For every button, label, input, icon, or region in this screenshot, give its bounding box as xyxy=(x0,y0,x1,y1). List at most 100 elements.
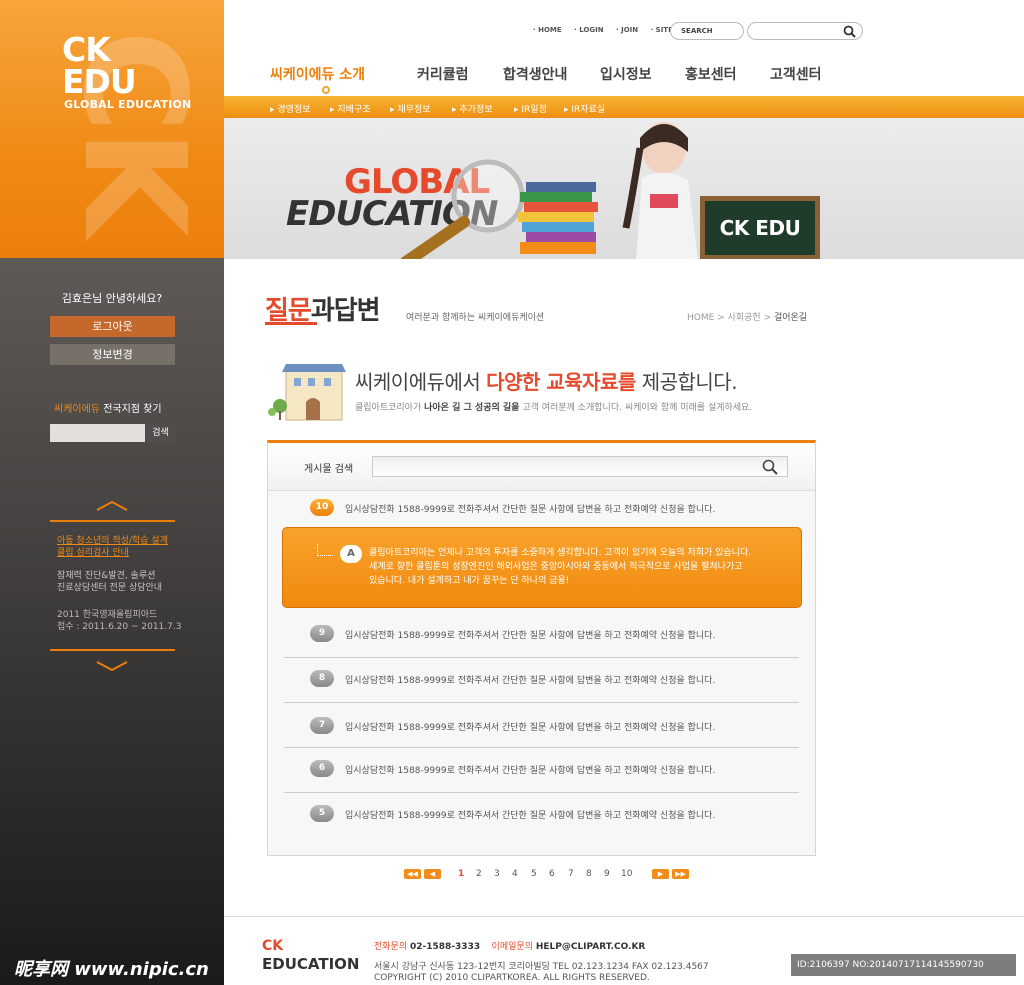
page-link[interactable]: 2 xyxy=(476,869,482,879)
books-icon xyxy=(518,182,598,254)
hero-headline: 씨케이에듀에서 다양한 교육자료를 제공합니다. xyxy=(355,370,738,394)
question-row[interactable]: 5 입시상담전화 1588-9999로 전화주셔서 간단한 질문 사항에 답변을… xyxy=(284,793,799,838)
branch-search-button[interactable]: 검색 xyxy=(146,424,175,442)
question-row[interactable]: 8 입시상담전화 1588-9999로 전화주셔서 간단한 질문 사항에 답변을… xyxy=(284,658,799,703)
footer-logo-education: EDUCATION xyxy=(262,955,360,973)
chevron-down-icon[interactable] xyxy=(95,660,129,672)
image-id-stamp: ID:2106397 NO:20140717114145590730 xyxy=(791,954,1016,976)
chalkboard-text: CK EDU xyxy=(705,201,815,255)
page-link[interactable]: 6 xyxy=(549,869,555,879)
page-link-current[interactable]: 1 xyxy=(458,869,464,879)
menu-admission[interactable]: 입시정보 xyxy=(600,64,652,84)
question-text: 입시상담전화 1588-9999로 전화주셔서 간단한 질문 사항에 답변을 하… xyxy=(345,766,716,776)
sidebar: 김효은님 안녕하세요? 로그아웃 정보변경 씨케이에듀 전국지점 찾기 검색 아… xyxy=(0,258,224,985)
logout-button[interactable]: 로그아웃 xyxy=(50,316,175,337)
promo2-line2: 진료상담센터 전문 상담안내 xyxy=(57,583,163,593)
branch-title-text: 전국지점 찾기 xyxy=(103,404,162,415)
submenu-management[interactable]: ▸ 경영정보 xyxy=(270,102,311,115)
greeting-text: 김효은님 안녕하세요? xyxy=(61,292,163,305)
submenu-ir-schedule[interactable]: ▸ IR일정 xyxy=(514,102,547,115)
page-link[interactable]: 8 xyxy=(586,869,592,879)
page-title-rest: 과답변 xyxy=(310,296,381,326)
page-link[interactable]: 10 xyxy=(621,869,632,879)
page-link[interactable]: 4 xyxy=(512,869,518,879)
chevron-up-icon[interactable] xyxy=(95,500,129,512)
menu-support[interactable]: 고객센터 xyxy=(770,64,822,84)
promo-aptitude-link[interactable]: 아동 청소년의 적성/학습 설계 클립 심리검사 안내 xyxy=(57,535,168,559)
footer-address: 서울시 강남구 신사동 123-12번지 코리아빌딩 TEL 02.123.12… xyxy=(374,962,709,972)
breadcrumb-home[interactable]: HOME xyxy=(687,313,714,323)
question-text: 입시상담전화 1588-9999로 전화주셔서 간단한 질문 사항에 답변을 하… xyxy=(345,723,716,733)
main-menu: 씨케이에듀 소개 커리큘럼 합격생안내 입시정보 홍보센터 고객센터 xyxy=(224,64,1024,88)
top-link-login[interactable]: · LOGIN xyxy=(574,26,603,34)
submenu-governance[interactable]: ▸ 지배구조 xyxy=(330,102,371,115)
logo-panel: CK EDU CK EDU GLOBAL EDUCATION xyxy=(0,0,224,258)
question-row[interactable]: 9 입시상담전화 1588-9999로 전화주셔서 간단한 질문 사항에 답변을… xyxy=(284,613,799,658)
page: CK EDU CK EDU GLOBAL EDUCATION 김효은님 안녕하세… xyxy=(0,0,1024,985)
question-text: 입시상담전화 1588-9999로 전화주셔서 간단한 질문 사항에 답변을 하… xyxy=(345,811,716,821)
question-text: 입시상담전화 1588-9999로 전화주셔서 간단한 질문 사항에 답변을 하… xyxy=(345,676,716,686)
board-search-input[interactable] xyxy=(372,456,788,477)
first-page-button[interactable]: ◀◀ xyxy=(404,869,421,879)
email-label: 이메일문의 xyxy=(491,942,533,952)
title-underline xyxy=(265,322,317,325)
search-icon[interactable] xyxy=(762,459,778,475)
top-link-home[interactable]: · HOME xyxy=(533,26,562,34)
promo-counseling: 잠재력 진단&발견, 솔루션 진료상담센터 전문 상담안내 xyxy=(57,570,162,594)
question-number: 5 xyxy=(310,805,334,822)
question-number: 9 xyxy=(310,625,334,642)
search-icon[interactable] xyxy=(843,25,856,38)
breadcrumb-section[interactable]: 사회공헌 xyxy=(728,313,761,323)
footer-logo-ck: CK xyxy=(262,938,284,954)
promo3-line1: 2011 한국영재올림피아드 xyxy=(57,610,158,620)
branch-brand: 씨케이에듀 xyxy=(54,404,100,415)
submenu-extra[interactable]: ▸ 추가정보 xyxy=(452,102,493,115)
footer-copyright: COPYRIGHT (C) 2010 CLIPARTKOREA. ALL RIG… xyxy=(374,973,650,983)
next-page-button[interactable]: ▶ xyxy=(652,869,669,879)
student-figure xyxy=(622,122,698,259)
menu-about[interactable]: 씨케이에듀 소개 xyxy=(270,64,365,84)
edit-profile-button[interactable]: 정보변경 xyxy=(50,344,175,365)
page-subtitle: 여러분과 함께하는 씨케이에듀케이션 xyxy=(406,313,545,323)
prev-page-button[interactable]: ◀ xyxy=(424,869,441,879)
logo-subtitle: GLOBAL EDUCATION xyxy=(64,98,192,111)
question-text: 입시상담전화 1588-9999로 전화주셔서 간단한 질문 사항에 답변을 하… xyxy=(345,631,716,641)
breadcrumb-current: 걸어온길 xyxy=(773,313,808,323)
promo2-line1: 잠재력 진단&발견, 솔루션 xyxy=(57,571,156,581)
page-link[interactable]: 3 xyxy=(494,869,500,879)
promo-olympiad: 2011 한국영재올림피아드 접수 : 2011.6.20 ~ 2011.7.3 xyxy=(57,609,181,633)
question-number: 6 xyxy=(310,760,334,777)
submenu-ir-library[interactable]: ▸ IR자료실 xyxy=(564,102,605,115)
pagination: ◀◀ ◀ 1 2 3 4 5 6 7 8 9 10 ▶ ▶▶ xyxy=(404,869,704,881)
answer-badge: A xyxy=(340,545,362,563)
question-number: 7 xyxy=(310,717,334,734)
submenu-debt[interactable]: ▸ 채무정보 xyxy=(390,102,431,115)
page-link[interactable]: 7 xyxy=(568,869,574,879)
school-building-icon xyxy=(268,364,346,421)
logo[interactable]: CK EDU xyxy=(62,33,137,101)
site-watermark: 昵享网 www.nipic.cn xyxy=(14,959,209,980)
breadcrumb: HOME > 사회공헌 > 걸어온길 xyxy=(687,313,808,323)
question-text: 입시상담전화 1588-9999로 전화주셔서 간단한 질문 사항에 답변을 하… xyxy=(345,505,716,515)
email-address[interactable]: HELP@CLIPART.CO.KR xyxy=(536,942,646,952)
menu-graduates[interactable]: 합격생안내 xyxy=(503,64,567,84)
board-search-bar: 게시물 검색 xyxy=(268,443,815,491)
top-link-join[interactable]: · JOIN xyxy=(616,26,638,34)
page-link[interactable]: 5 xyxy=(531,869,537,879)
menu-pr[interactable]: 홍보센터 xyxy=(685,64,737,84)
chalkboard-sign: CK EDU xyxy=(700,196,820,259)
question-row[interactable]: 6 입시상담전화 1588-9999로 전화주셔서 간단한 질문 사항에 답변을… xyxy=(284,748,799,793)
answer-box: A 클립아트코리아는 언제나 고객의 투자를 소중하게 생각합니다. 고객이 있… xyxy=(282,527,802,608)
branch-search-input[interactable] xyxy=(50,424,145,442)
question-row[interactable]: 7 입시상담전화 1588-9999로 전화주셔서 간단한 질문 사항에 답변을… xyxy=(284,703,799,748)
phone-label: 전화문의 xyxy=(374,942,408,952)
page-link[interactable]: 9 xyxy=(604,869,610,879)
promo1-line1: 아동 청소년의 적성/학습 설계 xyxy=(57,536,168,546)
magnifier-icon xyxy=(400,159,525,259)
last-page-button[interactable]: ▶▶ xyxy=(672,869,689,879)
active-menu-indicator xyxy=(322,86,330,94)
promo3-line2: 접수 : 2011.6.20 ~ 2011.7.3 xyxy=(57,622,182,632)
logo-line2: EDU xyxy=(62,62,137,101)
menu-curriculum[interactable]: 커리큘럼 xyxy=(417,64,469,84)
top-search-label: SEARCH xyxy=(670,22,744,40)
